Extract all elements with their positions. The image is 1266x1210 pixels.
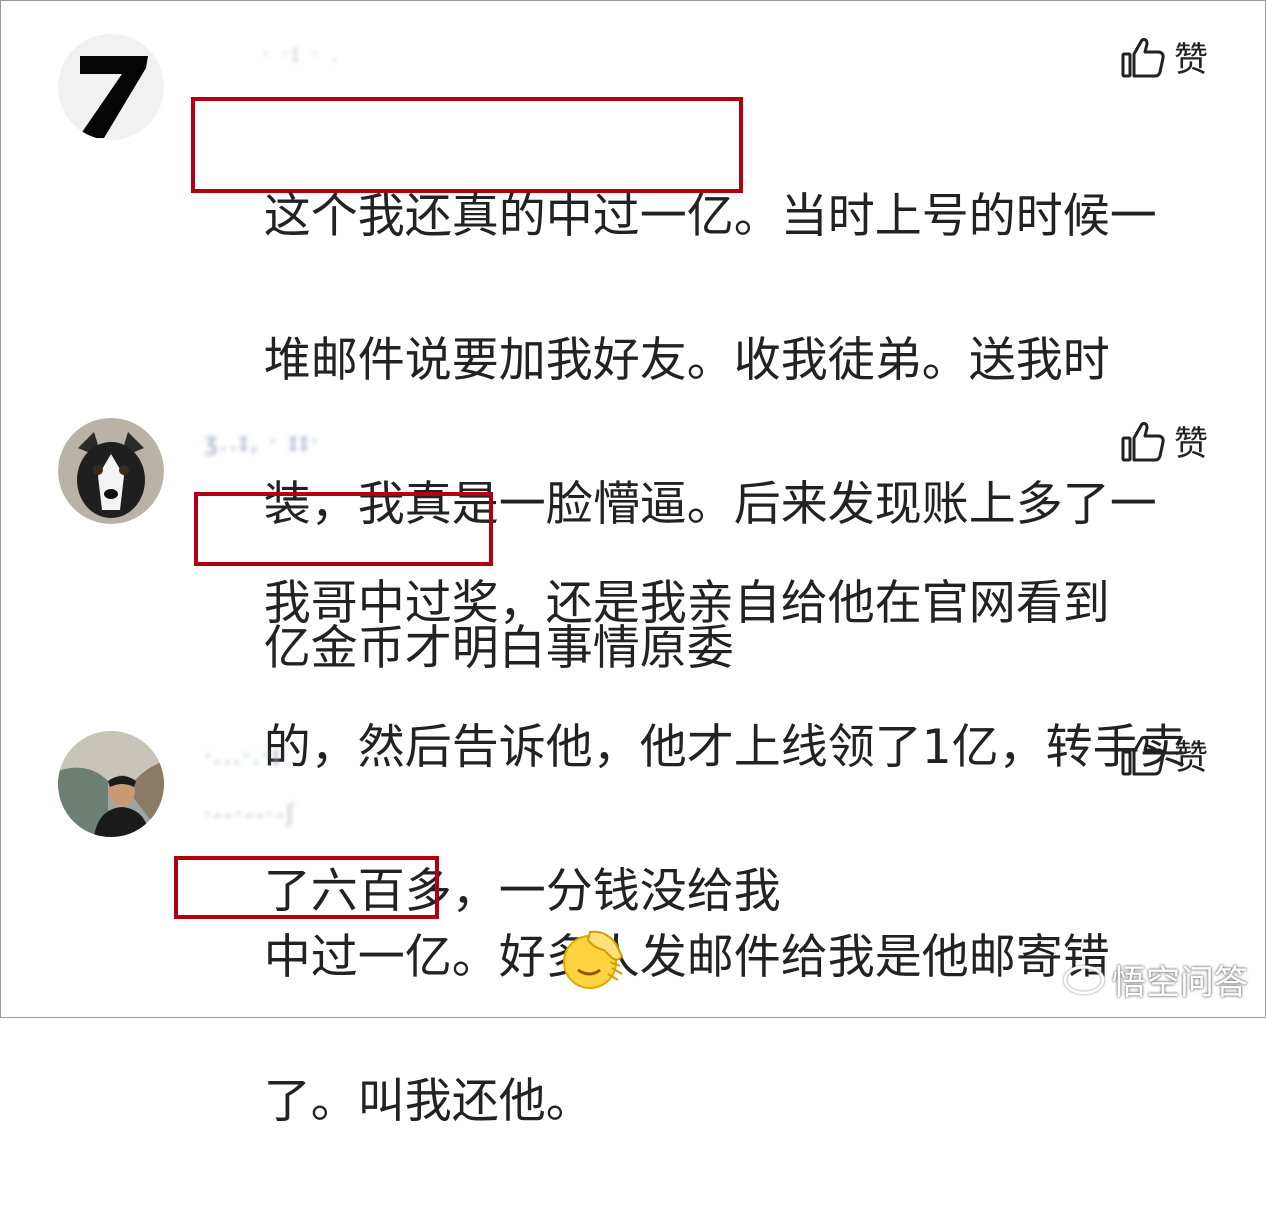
avatar-person-image xyxy=(58,731,164,837)
like-button[interactable]: 赞 xyxy=(1120,730,1208,779)
comment-1: · ·ɪ · . 赞 这个我还真的中过一亿。当时上号的时候一 堆邮件说要加我好友… xyxy=(0,0,1266,676)
username[interactable]: · ·ɪ · . xyxy=(262,40,602,70)
user-subtitle: ·--·--·-ʃ xyxy=(204,800,297,828)
username[interactable]: ·...·.·ɪ xyxy=(204,742,404,772)
comment-text: 中过一亿。好多人发邮件给我是他邮寄错 了。叫我还他。 xyxy=(204,850,1214,1210)
wukong-logo-icon xyxy=(1063,965,1105,994)
like-button[interactable]: 赞 xyxy=(1120,416,1208,465)
avatar-seven-image xyxy=(58,34,164,140)
highlighted-phrase: 这个我还真的中过一亿。 xyxy=(263,189,781,244)
comment-line: 了。叫我还他。 xyxy=(263,1074,593,1129)
avatar[interactable] xyxy=(58,731,164,837)
like-button[interactable]: 赞 xyxy=(1120,32,1208,81)
highlighted-phrase: 我哥中过奖， xyxy=(263,576,546,631)
avatar[interactable] xyxy=(58,34,164,140)
comment-line: 还是我亲自给他在官网看到 xyxy=(545,576,1110,631)
watermark: 悟空问答 xyxy=(1062,955,1248,1004)
like-label: 赞 xyxy=(1174,40,1208,80)
facepalm-emoji-icon xyxy=(563,930,624,989)
thumbs-up-icon xyxy=(1121,37,1165,77)
username[interactable]: ʒ..ɪ, · ɪɪ· xyxy=(204,428,404,458)
avatar[interactable] xyxy=(58,418,164,524)
comment-line: 堆邮件说要加我好友。收我徒弟。送我时 xyxy=(263,333,1110,388)
avatar-dog-image xyxy=(58,418,164,524)
comment-line: 当时上号的时候一 xyxy=(780,189,1157,244)
like-label: 赞 xyxy=(1174,424,1208,464)
highlighted-phrase: 中过一亿。 xyxy=(263,930,499,985)
thumbs-up-icon xyxy=(1121,735,1165,775)
like-label: 赞 xyxy=(1174,738,1208,778)
watermark-text: 悟空问答 xyxy=(1112,963,1248,1003)
thumbs-up-icon xyxy=(1121,421,1165,461)
